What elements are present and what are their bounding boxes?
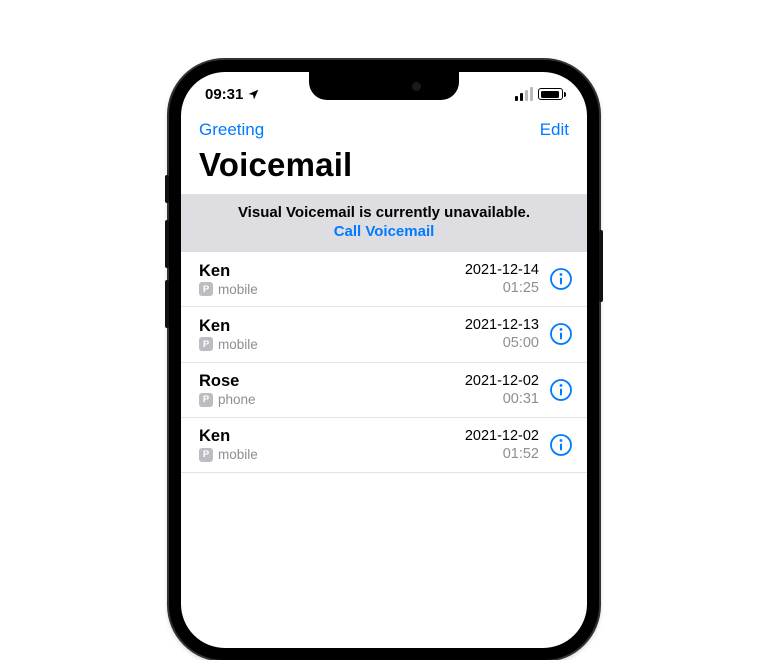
- caller-name: Ken: [199, 317, 455, 336]
- phone-label: mobile: [218, 282, 258, 297]
- voicemail-duration: 01:25: [465, 279, 539, 297]
- voicemail-date: 2021-12-14: [465, 261, 539, 279]
- p-badge-icon: P: [199, 393, 213, 407]
- row-right: 2021-12-02 00:31: [465, 372, 539, 408]
- voicemail-list: Ken P mobile 2021-12-14 01:25 Ken P mobi…: [181, 252, 587, 473]
- location-arrow-icon: [247, 88, 260, 101]
- voicemail-row[interactable]: Rose P phone 2021-12-02 00:31: [181, 363, 587, 418]
- voicemail-duration: 01:52: [465, 445, 539, 463]
- phone-label: phone: [218, 392, 256, 407]
- voicemail-row[interactable]: Ken P mobile 2021-12-02 01:52: [181, 418, 587, 473]
- info-icon[interactable]: [549, 433, 573, 457]
- voicemail-date: 2021-12-02: [465, 372, 539, 390]
- row-right: 2021-12-13 05:00: [465, 316, 539, 352]
- info-icon[interactable]: [549, 322, 573, 346]
- row-left: Ken P mobile: [199, 317, 455, 352]
- edit-button[interactable]: Edit: [540, 120, 569, 140]
- row-right: 2021-12-02 01:52: [465, 427, 539, 463]
- battery-icon: [538, 88, 563, 100]
- call-voicemail-button[interactable]: Call Voicemail: [193, 223, 575, 240]
- row-left: Ken P mobile: [199, 427, 455, 462]
- power-button: [599, 230, 603, 302]
- row-right: 2021-12-14 01:25: [465, 261, 539, 297]
- status-time: 09:31: [205, 86, 243, 103]
- page-title: Voicemail: [181, 146, 587, 194]
- phone-label: mobile: [218, 447, 258, 462]
- volume-up-button: [165, 220, 169, 268]
- screen: 09:31 Greeting Edit Voicemail Visual Voi…: [181, 72, 587, 648]
- p-badge-icon: P: [199, 448, 213, 462]
- p-badge-icon: P: [199, 337, 213, 351]
- phone-label: mobile: [218, 337, 258, 352]
- mute-switch: [165, 175, 169, 203]
- voicemail-date: 2021-12-13: [465, 316, 539, 334]
- p-badge-icon: P: [199, 282, 213, 296]
- caller-name: Ken: [199, 262, 455, 281]
- greeting-button[interactable]: Greeting: [199, 120, 264, 140]
- caller-name: Ken: [199, 427, 455, 446]
- row-left: Rose P phone: [199, 372, 455, 407]
- info-icon[interactable]: [549, 378, 573, 402]
- voicemail-duration: 05:00: [465, 334, 539, 352]
- unavailable-banner: Visual Voicemail is currently unavailabl…: [181, 194, 587, 252]
- info-icon[interactable]: [549, 267, 573, 291]
- volume-down-button: [165, 280, 169, 328]
- voicemail-row[interactable]: Ken P mobile 2021-12-14 01:25: [181, 252, 587, 307]
- voicemail-row[interactable]: Ken P mobile 2021-12-13 05:00: [181, 307, 587, 362]
- row-left: Ken P mobile: [199, 262, 455, 297]
- notch: [309, 72, 459, 100]
- nav-bar: Greeting Edit: [181, 116, 587, 146]
- voicemail-date: 2021-12-02: [465, 427, 539, 445]
- banner-message: Visual Voicemail is currently unavailabl…: [193, 204, 575, 221]
- cellular-signal-icon: [515, 87, 533, 101]
- phone-frame: 09:31 Greeting Edit Voicemail Visual Voi…: [169, 60, 599, 660]
- caller-name: Rose: [199, 372, 455, 391]
- voicemail-duration: 00:31: [465, 390, 539, 408]
